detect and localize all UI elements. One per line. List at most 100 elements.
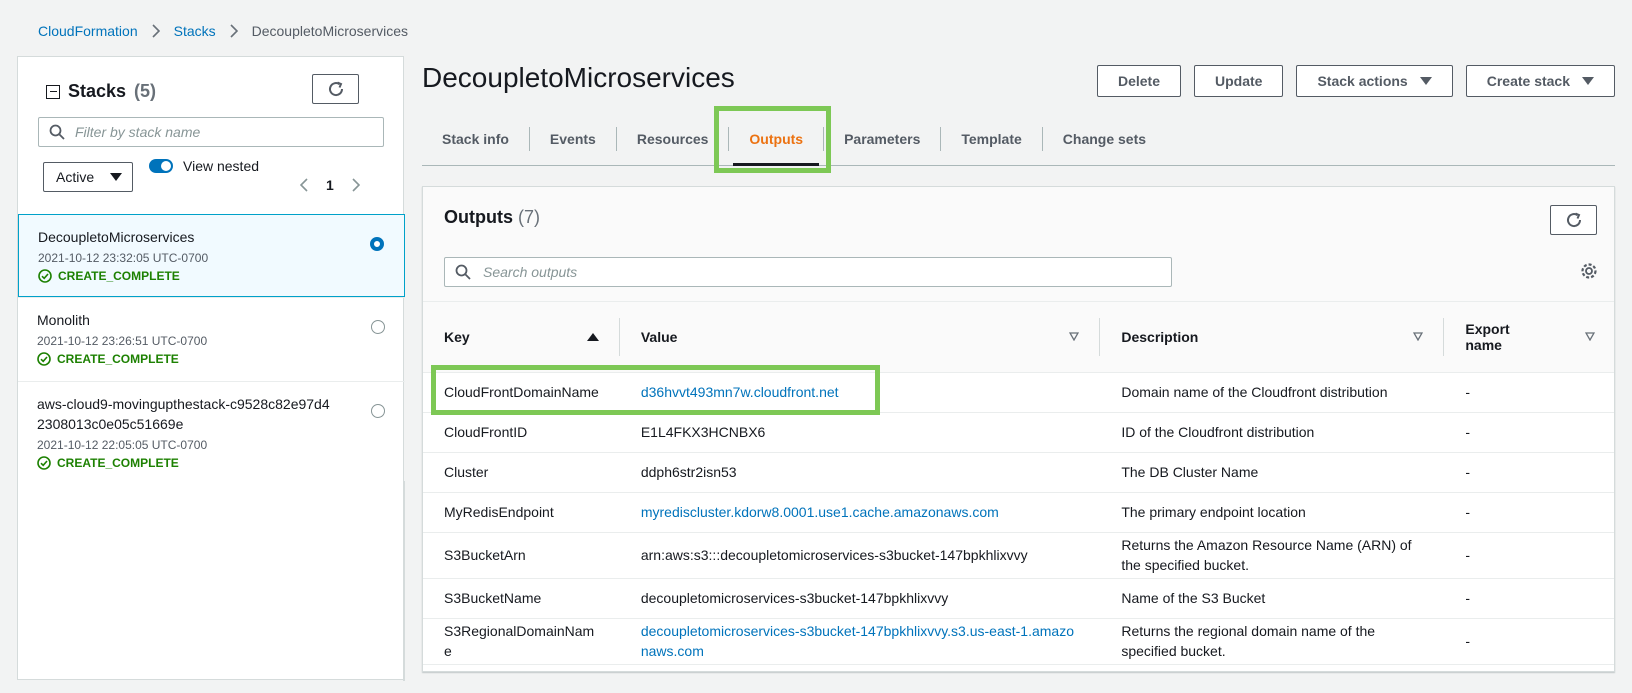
stack-actions-toolbar: Delete Update Stack actions Create stack (1096, 65, 1615, 97)
output-description: ID of the Cloudfront distribution (1100, 412, 1445, 453)
outputs-panel: Outputs (7) Search outputs Key Value Des… (422, 186, 1615, 672)
output-export: - (1444, 618, 1614, 665)
search-icon (49, 124, 65, 140)
output-export: - (1444, 412, 1614, 453)
stacks-panel-header: Stacks (5) (46, 81, 156, 102)
stack-status: CREATE_COMPLETE (37, 456, 385, 470)
output-value-link[interactable]: decoupletomicroservices-s3bucket-147bpkh… (641, 623, 1074, 659)
stack-radio[interactable] (371, 404, 385, 418)
caret-down-icon (1419, 77, 1432, 85)
output-export: - (1444, 452, 1614, 493)
column-header-key[interactable]: Key (423, 302, 620, 373)
stack-tabs: Stack info Events Resources Outputs Para… (422, 112, 1615, 166)
output-value: arn:aws:s3:::decoupletomicroservices-s3b… (619, 532, 1101, 579)
stack-status-text: CREATE_COMPLETE (57, 456, 179, 470)
tab-events[interactable]: Events (530, 126, 617, 151)
table-row: S3BucketName decoupletomicroservices-s3b… (423, 578, 1614, 619)
column-value-label: Value (640, 328, 678, 345)
panel-resize-handle[interactable] (403, 481, 405, 681)
stack-time: 2021-10-12 22:05:05 UTC-0700 (37, 438, 208, 452)
output-key: S3BucketName (423, 578, 620, 619)
create-stack-label: Create stack (1486, 73, 1570, 89)
sort-icon (1413, 332, 1424, 342)
column-key-label: Key (444, 328, 470, 345)
tab-resources[interactable]: Resources (617, 126, 730, 151)
refresh-icon (328, 81, 343, 97)
output-key: CloudFrontID (423, 412, 620, 453)
stack-time: 2021-10-12 23:26:51 UTC-0700 (37, 334, 208, 348)
outputs-refresh-button[interactable] (1550, 205, 1597, 235)
breadcrumb-current: DecoupletoMicroservices (251, 23, 409, 39)
view-nested-toggle-wrap: View nested (149, 158, 259, 174)
output-value: decoupletomicroservices-s3bucket-147bpkh… (619, 578, 1101, 619)
gear-icon[interactable] (1580, 262, 1598, 283)
table-row: CloudFrontID E1L4FKX3HCNBX6 ID of the Cl… (423, 412, 1614, 453)
stack-name: DecoupletoMicroservices (38, 229, 195, 245)
column-header-export-name[interactable]: Export name (1444, 302, 1614, 373)
delete-button[interactable]: Delete (1096, 65, 1181, 97)
output-export: - (1444, 492, 1614, 533)
stack-item-aws-cloud9[interactable]: aws-cloud9-movingupthestack-c9528c82e97d… (18, 381, 405, 481)
output-value-link[interactable]: myrediscluster.kdorw8.0001.use1.cache.am… (641, 504, 999, 520)
chevron-right-icon (152, 24, 160, 38)
status-filter-select[interactable]: Active (43, 162, 133, 192)
chevron-left-icon[interactable] (300, 178, 308, 192)
stack-item-monolith[interactable]: Monolith 2021-10-12 23:26:51 UTC-0700 CR… (18, 297, 405, 381)
breadcrumb: CloudFormation Stacks DecoupletoMicroser… (38, 20, 408, 42)
stack-list: DecoupletoMicroservices 2021-10-12 23:32… (18, 214, 405, 481)
table-header-row: Key Value Description Export name (423, 302, 1614, 373)
view-nested-toggle[interactable] (149, 159, 173, 173)
output-description: The DB Cluster Name (1100, 452, 1445, 493)
stack-filter-input[interactable]: Filter by stack name (38, 117, 384, 147)
column-header-description[interactable]: Description (1100, 302, 1445, 373)
stacks-count: (5) (134, 81, 157, 101)
tab-template[interactable]: Template (941, 126, 1043, 151)
tab-change-sets[interactable]: Change sets (1043, 127, 1166, 151)
stacks-panel: Stacks (5) Filter by stack name Active V… (17, 56, 405, 681)
refresh-icon (1566, 212, 1581, 228)
delete-button-label: Delete (1117, 73, 1160, 89)
breadcrumb-cloudformation[interactable]: CloudFormation (38, 23, 138, 39)
outputs-search-input[interactable]: Search outputs (444, 257, 1172, 287)
chevron-right-icon[interactable] (352, 178, 360, 192)
outputs-search-placeholder: Search outputs (483, 264, 578, 280)
stack-status: CREATE_COMPLETE (38, 269, 384, 283)
column-description-label: Description (1121, 328, 1199, 345)
stack-actions-button[interactable]: Stack actions (1296, 65, 1453, 97)
chevron-right-icon (230, 24, 238, 38)
sort-icon (1069, 332, 1080, 342)
page-number[interactable]: 1 (326, 177, 334, 193)
outputs-title-text: Outputs (444, 207, 513, 227)
stack-actions-label: Stack actions (1317, 73, 1408, 89)
caret-down-icon (1582, 77, 1594, 85)
table-row: MyRedisEndpoint myrediscluster.kdorw8.00… (423, 492, 1614, 533)
stack-radio[interactable] (371, 320, 385, 334)
stack-name: aws-cloud9-movingupthestack-c9528c82e97d… (37, 396, 330, 432)
stacks-pagination: 1 (300, 177, 360, 193)
update-button[interactable]: Update (1194, 65, 1284, 97)
create-stack-button[interactable]: Create stack (1465, 65, 1615, 97)
outputs-header: Outputs (7) Search outputs (423, 187, 1614, 302)
outputs-title: Outputs (7) (444, 207, 540, 228)
check-circle-icon (37, 456, 51, 470)
breadcrumb-stacks[interactable]: Stacks (174, 23, 216, 39)
column-header-value[interactable]: Value (619, 302, 1101, 373)
stack-radio-selected[interactable] (370, 237, 384, 251)
update-button-label: Update (1215, 73, 1263, 89)
stacks-panel-title: Stacks (68, 81, 127, 101)
table-row: S3BucketArn arn:aws:s3:::decoupletomicro… (423, 532, 1614, 579)
output-key: MyRedisEndpoint (423, 492, 620, 533)
output-value: E1L4FKX3HCNBX6 (619, 412, 1101, 453)
output-value: ddph6str2isn53 (619, 452, 1101, 493)
outputs-table: Key Value Description Export name CloudF… (423, 302, 1614, 665)
output-export: - (1444, 372, 1614, 413)
output-export: - (1444, 532, 1614, 579)
stack-name: Monolith (37, 312, 90, 328)
table-row: Cluster ddph6str2isn53 The DB Cluster Na… (423, 452, 1614, 493)
output-export: - (1444, 578, 1614, 619)
collapse-icon[interactable] (46, 84, 60, 99)
stack-item-decoupletomicroservices[interactable]: DecoupletoMicroservices 2021-10-12 23:32… (18, 214, 405, 297)
stacks-refresh-button[interactable] (312, 74, 359, 104)
tab-stack-info[interactable]: Stack info (422, 126, 530, 151)
tab-parameters[interactable]: Parameters (824, 126, 942, 151)
